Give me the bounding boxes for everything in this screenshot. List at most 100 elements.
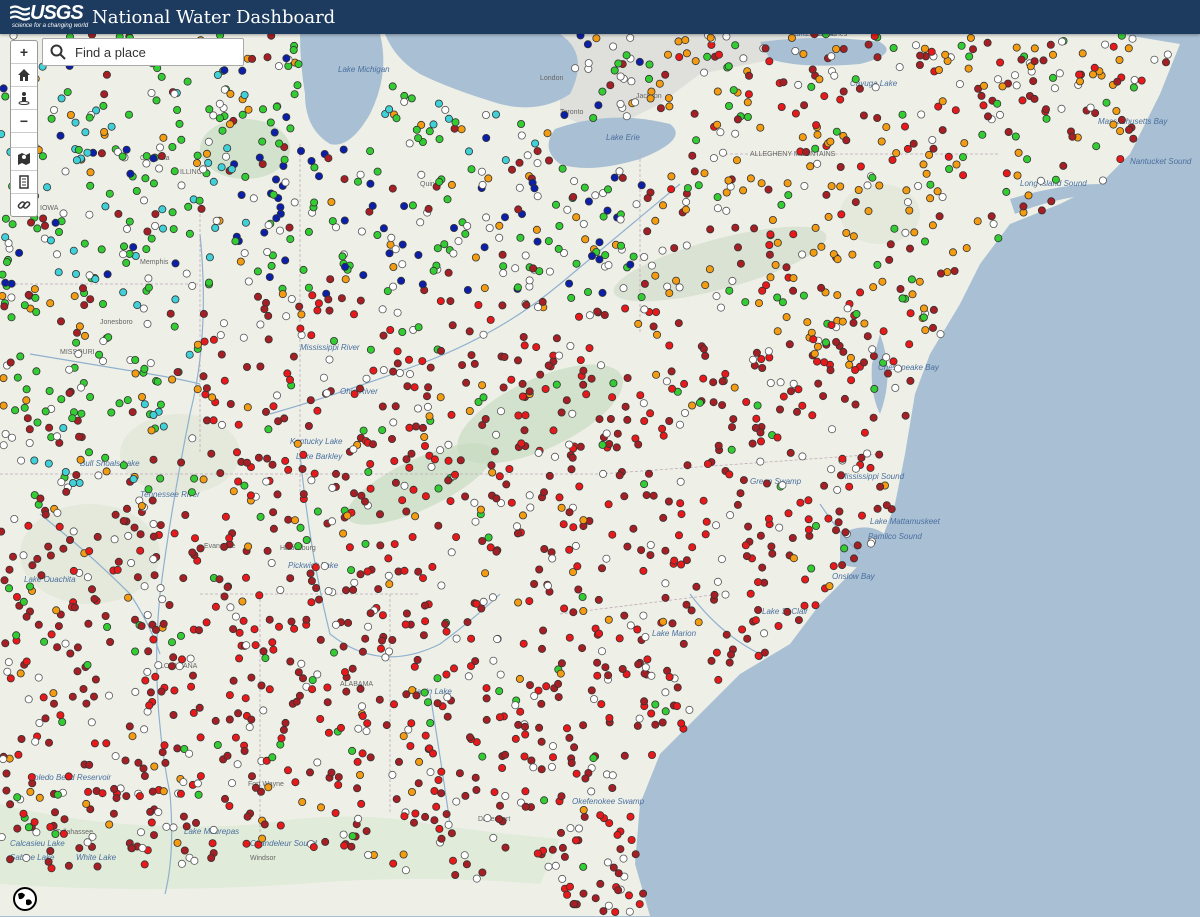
globe-button[interactable]	[12, 886, 38, 912]
streamgage-marker[interactable]	[102, 70, 111, 79]
streamgage-marker[interactable]	[739, 54, 748, 63]
streamgage-marker[interactable]	[513, 522, 522, 531]
streamgage-marker[interactable]	[766, 378, 775, 387]
streamgage-marker[interactable]	[427, 462, 436, 471]
streamgage-marker[interactable]	[420, 441, 429, 450]
streamgage-marker[interactable]	[286, 574, 295, 583]
streamgage-marker[interactable]	[1125, 125, 1134, 134]
streamgage-marker[interactable]	[620, 751, 629, 760]
streamgage-marker[interactable]	[223, 751, 232, 760]
streamgage-marker[interactable]	[538, 644, 547, 653]
streamgage-marker[interactable]	[579, 380, 588, 389]
streamgage-marker[interactable]	[858, 511, 867, 520]
streamgage-marker[interactable]	[339, 529, 348, 538]
streamgage-marker[interactable]	[514, 598, 523, 607]
streamgage-marker[interactable]	[84, 787, 93, 796]
streamgage-marker[interactable]	[746, 174, 755, 183]
streamgage-marker[interactable]	[551, 452, 560, 461]
streamgage-marker[interactable]	[153, 377, 162, 386]
streamgage-marker[interactable]	[11, 406, 20, 415]
streamgage-marker[interactable]	[136, 546, 145, 555]
streamgage-marker[interactable]	[582, 390, 591, 399]
streamgage-marker[interactable]	[594, 101, 603, 110]
streamgage-marker[interactable]	[485, 223, 494, 232]
streamgage-marker[interactable]	[612, 443, 621, 452]
streamgage-marker[interactable]	[269, 645, 278, 654]
streamgage-marker[interactable]	[20, 301, 29, 310]
streamgage-marker[interactable]	[661, 70, 670, 79]
streamgage-marker[interactable]	[49, 689, 58, 698]
streamgage-marker[interactable]	[763, 479, 772, 488]
streamgage-marker[interactable]	[537, 699, 546, 708]
streamgage-marker[interactable]	[901, 228, 910, 237]
streamgage-marker[interactable]	[906, 244, 915, 253]
streamgage-marker[interactable]	[30, 285, 39, 294]
streamgage-marker[interactable]	[1128, 34, 1137, 43]
streamgage-marker[interactable]	[265, 273, 274, 282]
streamgage-marker[interactable]	[220, 66, 229, 75]
streamgage-marker[interactable]	[146, 807, 155, 816]
streamgage-marker[interactable]	[412, 691, 421, 700]
streamgage-marker[interactable]	[909, 139, 918, 148]
streamgage-marker[interactable]	[221, 152, 230, 161]
streamgage-marker[interactable]	[418, 423, 427, 432]
streamgage-marker[interactable]	[651, 271, 660, 280]
streamgage-marker[interactable]	[226, 89, 235, 98]
streamgage-marker[interactable]	[248, 54, 257, 63]
streamgage-marker[interactable]	[1030, 44, 1039, 53]
streamgage-marker[interactable]	[579, 366, 588, 375]
streamgage-marker[interactable]	[757, 354, 766, 363]
streamgage-marker[interactable]	[227, 165, 236, 174]
streamgage-marker[interactable]	[4, 658, 13, 667]
streamgage-marker[interactable]	[571, 541, 580, 550]
streamgage-marker[interactable]	[659, 201, 668, 210]
streamgage-marker[interactable]	[385, 647, 394, 656]
streamgage-marker[interactable]	[202, 384, 211, 393]
streamgage-marker[interactable]	[69, 478, 78, 487]
streamgage-marker[interactable]	[170, 322, 179, 331]
streamgage-marker[interactable]	[324, 295, 333, 304]
streamgage-marker[interactable]	[63, 88, 72, 97]
streamgage-marker[interactable]	[154, 808, 163, 817]
streamgage-marker[interactable]	[37, 571, 46, 580]
streamgage-marker[interactable]	[102, 739, 111, 748]
streamgage-marker[interactable]	[571, 64, 580, 73]
streamgage-marker[interactable]	[694, 181, 703, 190]
streamgage-marker[interactable]	[480, 243, 489, 252]
streamgage-marker[interactable]	[941, 50, 950, 59]
streamgage-marker[interactable]	[326, 275, 335, 284]
streamgage-marker[interactable]	[175, 119, 184, 128]
streamgage-marker[interactable]	[745, 71, 754, 80]
streamgage-marker[interactable]	[527, 756, 536, 765]
streamgage-marker[interactable]	[653, 330, 662, 339]
streamgage-marker[interactable]	[567, 465, 576, 474]
streamgage-marker[interactable]	[536, 370, 545, 379]
streamgage-marker[interactable]	[156, 521, 165, 530]
streamgage-marker[interactable]	[768, 215, 777, 224]
streamgage-marker[interactable]	[672, 276, 681, 285]
streamgage-marker[interactable]	[1129, 83, 1138, 92]
streamgage-marker[interactable]	[1090, 63, 1099, 72]
streamgage-marker[interactable]	[377, 636, 386, 645]
streamgage-marker[interactable]	[756, 457, 765, 466]
streamgage-marker[interactable]	[482, 715, 491, 724]
streamgage-marker[interactable]	[598, 87, 607, 96]
streamgage-marker[interactable]	[220, 542, 229, 551]
streamgage-marker[interactable]	[160, 741, 169, 750]
streamgage-marker[interactable]	[358, 647, 367, 656]
streamgage-marker[interactable]	[358, 749, 367, 758]
streamgage-marker[interactable]	[863, 449, 872, 458]
streamgage-marker[interactable]	[150, 571, 159, 580]
streamgage-marker[interactable]	[851, 400, 860, 409]
streamgage-marker[interactable]	[579, 219, 588, 228]
streamgage-marker[interactable]	[51, 830, 60, 839]
streamgage-marker[interactable]	[261, 407, 270, 416]
streamgage-marker[interactable]	[784, 191, 793, 200]
basemap-button[interactable]	[11, 147, 37, 171]
streamgage-marker[interactable]	[1029, 77, 1038, 86]
streamgage-marker[interactable]	[242, 458, 251, 467]
streamgage-marker[interactable]	[869, 352, 878, 361]
streamgage-marker[interactable]	[807, 328, 816, 337]
streamgage-marker[interactable]	[635, 714, 644, 723]
streamgage-marker[interactable]	[74, 145, 83, 154]
